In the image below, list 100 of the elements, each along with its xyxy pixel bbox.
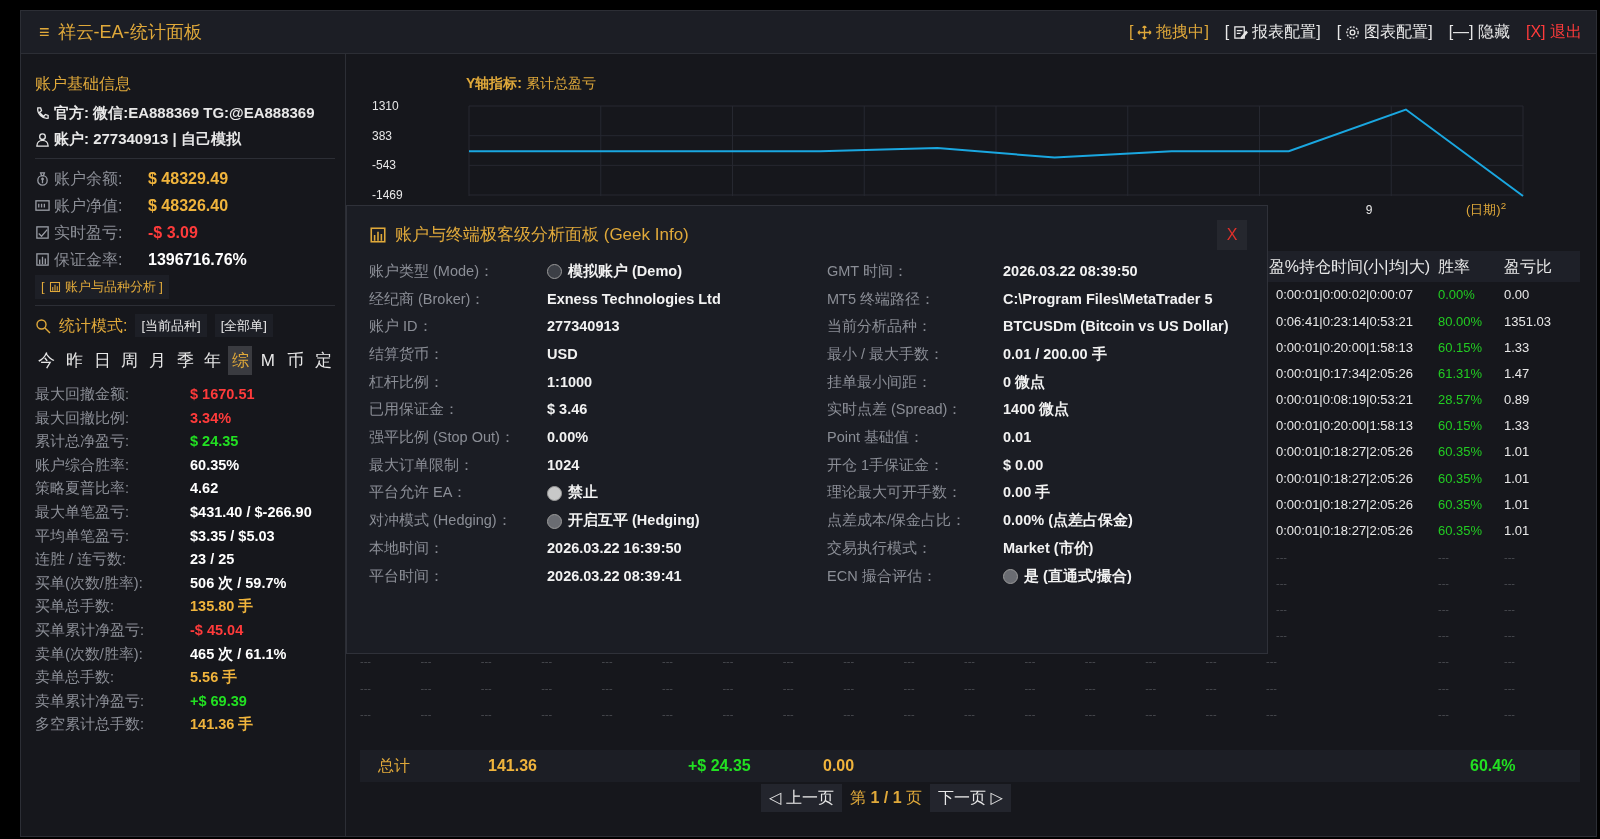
period-tab[interactable]: 今 bbox=[35, 345, 59, 375]
info-value: 0.01 bbox=[1003, 428, 1032, 448]
empty-cell-text: --- bbox=[1438, 628, 1450, 644]
table-cell-text: 1.33 bbox=[1504, 338, 1531, 357]
chart-title: Y轴指标: 累计总盈亏 bbox=[466, 75, 596, 91]
empty-cell-text: --- bbox=[964, 680, 976, 696]
table-cell-text: 0:00:01|0:18:27|2:05:26 bbox=[1275, 469, 1414, 488]
empty-cell-text: --- bbox=[1504, 628, 1516, 644]
bar-chart-icon bbox=[35, 252, 50, 267]
info-value: USD bbox=[547, 345, 578, 365]
empty-cell-text: --- bbox=[541, 706, 554, 722]
info-label: 已用保证金： bbox=[369, 400, 460, 420]
period-tab[interactable]: M bbox=[256, 345, 280, 375]
empty-cell-text: --- bbox=[1266, 654, 1278, 670]
table-cell-text: 0.89 bbox=[1504, 391, 1531, 410]
mode-option[interactable]: [全部单] bbox=[214, 313, 273, 338]
empty-cell-text: --- bbox=[1024, 706, 1037, 722]
info-value: 模拟账户 (Demo) bbox=[568, 261, 682, 281]
info-label: 账户 ID： bbox=[369, 317, 434, 337]
menu-icon[interactable]: ≡ bbox=[39, 18, 50, 46]
empty-cell-text: --- bbox=[480, 654, 493, 670]
table-cell-text: 1.33 bbox=[1504, 417, 1531, 436]
empty-cell-text: --- bbox=[360, 654, 372, 670]
table-cell-text: 0:00:01|0:08:19|0:53:21 bbox=[1275, 391, 1414, 410]
empty-cell-text: --- bbox=[1504, 654, 1516, 670]
previous-page-button[interactable]: ◁ 上一页 bbox=[761, 784, 842, 812]
toolbar-button[interactable]: [ 图表配置] bbox=[1336, 20, 1433, 44]
mode-label: 统计模式: bbox=[59, 315, 128, 336]
stat-label: 平均单笔盈亏: bbox=[35, 526, 131, 546]
toolbar-button[interactable]: [—] 隐藏 bbox=[1448, 20, 1510, 44]
info-label: 实时点差 (Spread)： bbox=[827, 400, 964, 420]
info-label: 经纪商 (Broker)： bbox=[369, 289, 487, 309]
empty-cell-text: --- bbox=[1205, 654, 1218, 670]
table-cell-text: 80.00% bbox=[1438, 312, 1484, 331]
empty-cell-text: --- bbox=[541, 654, 554, 670]
column-header: 盈亏比 bbox=[1504, 256, 1553, 277]
period-tab[interactable]: 币 bbox=[283, 345, 308, 375]
empty-cell-text: --- bbox=[1205, 680, 1218, 696]
period-tab[interactable]: 月 bbox=[145, 345, 170, 375]
period-tab[interactable]: 周 bbox=[117, 345, 142, 375]
empty-cell-text: --- bbox=[1438, 575, 1450, 591]
info-label: 强平比例 (Stop Out)： bbox=[369, 428, 516, 448]
toolbar-button[interactable]: [X] 退出 bbox=[1526, 20, 1582, 44]
empty-cell-text: --- bbox=[1084, 680, 1097, 696]
period-tab[interactable]: 定 bbox=[311, 345, 336, 375]
period-tab[interactable]: 昨 bbox=[62, 345, 87, 375]
period-tab[interactable]: 季 bbox=[173, 345, 197, 375]
info-label: 挂单最小间距： bbox=[827, 372, 933, 392]
info-label: 平台允许 EA： bbox=[369, 483, 469, 503]
info-value: 是 (直通式/撮合) bbox=[1024, 566, 1132, 586]
balance-value: $ 48326.40 bbox=[148, 196, 229, 216]
empty-cell-text: --- bbox=[903, 706, 916, 722]
stat-value: 3.34% bbox=[190, 408, 232, 428]
bar-chart-icon bbox=[369, 226, 387, 244]
x-tick-label: 9 bbox=[1365, 203, 1373, 217]
period-tab[interactable]: 年 bbox=[200, 345, 225, 375]
period-tab[interactable]: 综 bbox=[228, 345, 253, 375]
mode-option[interactable]: [当前品种] bbox=[135, 313, 207, 338]
dialog-title: 账户与终端极客级分析面板 (Geek Info) bbox=[395, 224, 689, 247]
stat-value: 506 次 / 59.7% bbox=[190, 573, 287, 593]
stat-value: $ 1670.51 bbox=[190, 385, 255, 404]
empty-cell-text: --- bbox=[1266, 706, 1278, 722]
empty-cell-text: --- bbox=[1438, 680, 1450, 696]
table-cell-text: 1.01 bbox=[1504, 469, 1531, 488]
info-value: 0 微点 bbox=[1003, 372, 1046, 392]
toolbar-button[interactable]: [ 拖拽中] bbox=[1128, 20, 1209, 44]
empty-cell-text: --- bbox=[782, 706, 795, 722]
empty-cell-text: --- bbox=[843, 706, 856, 722]
next-page-button[interactable]: 下一页 ▷ bbox=[930, 784, 1011, 812]
info-label: ECN 撮合评估： bbox=[827, 566, 938, 586]
section-heading: 账户基础信息 bbox=[35, 74, 132, 94]
info-value: 2026.03.22 08:39:41 bbox=[547, 566, 682, 586]
analysis-button[interactable]: [ 账户与品种分析 ] bbox=[35, 275, 169, 299]
empty-cell-text: --- bbox=[1145, 654, 1158, 670]
money-bag-icon bbox=[35, 171, 50, 186]
empty-cell-text: --- bbox=[903, 680, 916, 696]
empty-cell-text: --- bbox=[903, 654, 916, 670]
empty-cell-text: --- bbox=[1275, 602, 1288, 618]
page-indicator: 第 1 / 1 页 bbox=[849, 788, 922, 808]
toolbar-button[interactable]: [ 报表配置] bbox=[1224, 20, 1321, 44]
empty-cell-text: --- bbox=[420, 706, 433, 722]
info-value: 禁止 bbox=[568, 483, 598, 503]
info-label: 开仓 1手保证金： bbox=[827, 455, 946, 475]
table-cell-text: 60.35% bbox=[1438, 495, 1484, 514]
info-label: 结算货币： bbox=[369, 345, 445, 365]
table-cell-text: 1.01 bbox=[1504, 522, 1531, 541]
empty-cell-text: --- bbox=[601, 680, 614, 696]
period-tab[interactable]: 日 bbox=[90, 345, 114, 375]
empty-cell-text: --- bbox=[1084, 654, 1097, 670]
table-cell-text: 1.01 bbox=[1504, 495, 1531, 514]
stat-label: 策略夏普比率: bbox=[35, 479, 131, 499]
stat-value: 141.36 手 bbox=[190, 715, 254, 735]
info-value: 2026.03.22 08:39:50 bbox=[1003, 261, 1138, 281]
stat-label: 连胜 / 连亏数: bbox=[35, 550, 128, 570]
info-value: 0.00% bbox=[547, 428, 589, 448]
info-value: 277340913 bbox=[547, 317, 620, 337]
stat-value: 135.80 手 bbox=[190, 597, 254, 617]
empty-cell-text: --- bbox=[1084, 706, 1097, 722]
info-label: 当前分析品种： bbox=[827, 317, 933, 337]
total-cell-text: +$ 24.35 bbox=[688, 756, 752, 776]
